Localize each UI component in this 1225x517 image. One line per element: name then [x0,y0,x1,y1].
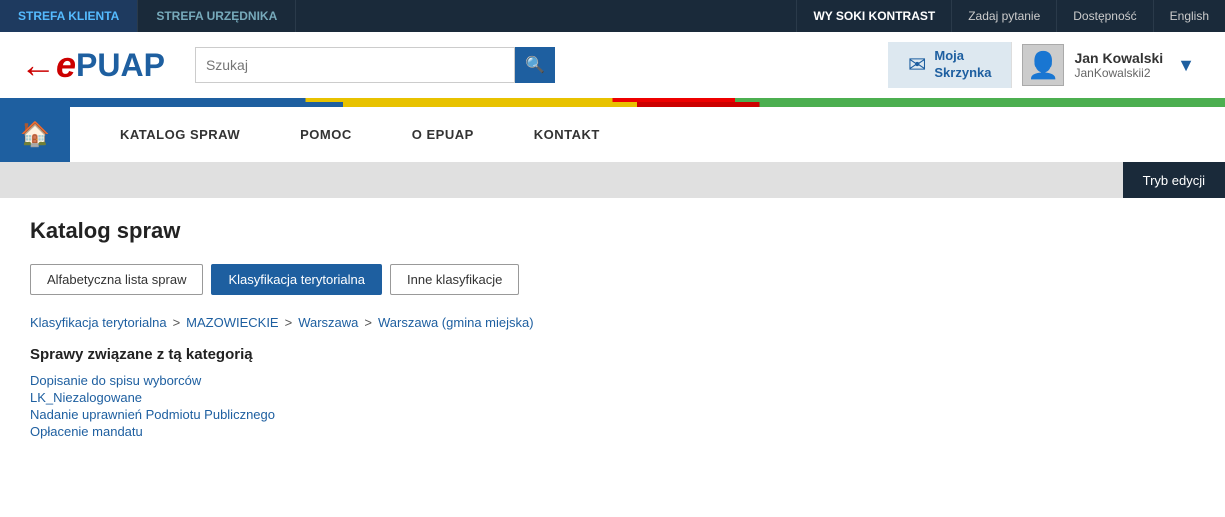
top-bar: STREFA KLIENTA STREFA URZĘDNIKA WY SOKI … [0,0,1225,32]
mailbox-icon: ✉ [908,52,926,78]
top-bar-tabs: STREFA KLIENTA STREFA URZĘDNIKA [0,0,296,32]
mailbox-label: Moja Skrzynka [934,48,991,82]
home-icon: 🏠 [20,120,50,149]
nav-items: KATALOG SPRAW POMOC O ePUAP KONTAKT [70,107,1225,162]
breadcrumb-sep-2: > [285,315,293,330]
search-icon: 🔍 [525,55,545,75]
logo-text: ←ePUAP [20,44,165,86]
list-item-1[interactable]: LK_Niezalogowane [30,390,1195,405]
tab-strefa-klienta[interactable]: STREFA KLIENTA [0,0,138,32]
filter-alphabetical[interactable]: Alfabetyczna lista spraw [30,264,203,295]
filter-other[interactable]: Inne klasyfikacje [390,264,519,295]
page-title: Katalog spraw [30,218,1195,244]
breadcrumb-warszawa-gmina[interactable]: Warszawa (gmina miejska) [378,315,534,330]
nav-pomoc[interactable]: POMOC [270,107,382,162]
breadcrumb-mazowieckie[interactable]: MAZOWIECKIE [186,315,278,330]
mailbox-button[interactable]: ✉ Moja Skrzynka [888,42,1012,88]
accessibility-button[interactable]: Dostępność [1056,0,1152,32]
user-info: Jan Kowalski JanKowalskii2 [1074,50,1163,80]
items-list: Dopisanie do spisu wyborców LK_Niezalogo… [30,373,1195,439]
search-button[interactable]: 🔍 [515,47,555,83]
avatar: 👤 [1022,44,1064,86]
top-bar-right: WY SOKI KONTRAST Zadaj pytanie Dostępnoś… [796,0,1225,32]
search-area: 🔍 [195,47,555,83]
user-area: 👤 Jan Kowalski JanKowalskii2 ▼ [1011,42,1205,88]
logo-e: ←e [20,44,76,86]
search-input[interactable] [195,47,515,83]
breadcrumb: Klasyfikacja terytorialna > MAZOWIECKIE … [30,315,1195,330]
nav-kontakt[interactable]: KONTAKT [504,107,630,162]
filter-buttons: Alfabetyczna lista spraw Klasyfikacja te… [30,264,1195,295]
avatar-icon: 👤 [1027,50,1059,81]
tab-strefa-urzednika[interactable]: STREFA URZĘDNIKA [138,0,296,32]
nav-katalog-spraw[interactable]: KATALOG SPRAW [90,107,270,162]
nav: 🏠 KATALOG SPRAW POMOC O ePUAP KONTAKT [0,107,1225,162]
nav-home-button[interactable]: 🏠 [0,107,70,162]
breadcrumb-sep-3: > [364,315,372,330]
high-contrast-button[interactable]: WY SOKI KONTRAST [796,0,951,32]
list-item-2[interactable]: Nadanie uprawnień Podmiotu Publicznego [30,407,1195,422]
user-login: JanKowalskii2 [1074,66,1163,80]
logo[interactable]: ←ePUAP [20,44,165,86]
header-right: ✉ Moja Skrzynka 👤 Jan Kowalski JanKowals… [888,42,1205,88]
content-bar: Tryb edycji [0,162,1225,198]
nav-o-epuap[interactable]: O ePUAP [382,107,504,162]
header: ←ePUAP 🔍 ✉ Moja Skrzynka 👤 Jan Kowalski … [0,32,1225,102]
filter-territorial[interactable]: Klasyfikacja terytorialna [211,264,382,295]
breadcrumb-klasyfikacja[interactable]: Klasyfikacja terytorialna [30,315,167,330]
list-item-3[interactable]: Opłacenie mandatu [30,424,1195,439]
tab-strefa-klienta-label: STREFA KLIENTA [18,9,119,23]
english-button[interactable]: English [1153,0,1225,32]
user-dropdown-arrow[interactable]: ▼ [1177,55,1195,76]
breadcrumb-warszawa[interactable]: Warszawa [298,315,358,330]
user-name: Jan Kowalski [1074,50,1163,66]
tryb-edycji-button[interactable]: Tryb edycji [1123,162,1225,198]
category-title: Sprawy związane z tą kategorią [30,346,1195,363]
list-item-0[interactable]: Dopisanie do spisu wyborców [30,373,1195,388]
breadcrumb-sep-1: > [173,315,181,330]
tab-strefa-urzednika-label: STREFA URZĘDNIKA [156,9,277,23]
ask-question-button[interactable]: Zadaj pytanie [951,0,1056,32]
main-content: Katalog spraw Alfabetyczna lista spraw K… [0,198,1225,459]
